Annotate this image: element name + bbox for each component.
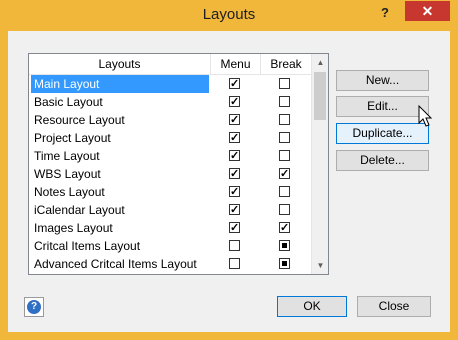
break-checkbox[interactable] bbox=[279, 258, 290, 269]
layout-name: Resource Layout bbox=[34, 113, 125, 127]
list-item[interactable]: Resource Layout ✓ bbox=[29, 111, 311, 129]
close-button[interactable]: Close bbox=[357, 296, 431, 317]
break-checkbox[interactable]: ✓ bbox=[279, 168, 290, 180]
list-item[interactable]: Notes Layout ✓ bbox=[29, 183, 311, 201]
column-header-layouts[interactable]: Layouts bbox=[29, 54, 211, 74]
scroll-up-icon[interactable]: ▲ bbox=[312, 54, 328, 71]
layouts-dialog: Layouts ? ✕ Layouts Menu Break Main Layo… bbox=[0, 0, 458, 340]
checkmark-icon: ✓ bbox=[230, 78, 240, 90]
help-button[interactable]: ? bbox=[24, 297, 44, 317]
list-item[interactable]: Time Layout ✓ bbox=[29, 147, 311, 165]
list-item[interactable]: Advanced Critcal Items Layout bbox=[29, 255, 311, 273]
title-bar[interactable]: Layouts ? ✕ bbox=[0, 0, 458, 31]
checkmark-icon: ✓ bbox=[230, 204, 240, 216]
checkmark-icon: ✓ bbox=[230, 96, 240, 108]
break-checkbox[interactable]: ✓ bbox=[279, 222, 290, 234]
menu-checkbox[interactable]: ✓ bbox=[229, 132, 240, 144]
layouts-list[interactable]: Layouts Menu Break Main Layout ✓ Basic Lay… bbox=[28, 53, 329, 275]
list-scrollbar[interactable]: ▲ ▼ bbox=[311, 54, 328, 274]
menu-checkbox[interactable]: ✓ bbox=[229, 186, 240, 198]
list-item[interactable]: WBS Layout ✓ ✓ bbox=[29, 165, 311, 183]
column-header-menu[interactable]: Menu bbox=[211, 54, 261, 74]
new-button[interactable]: New... bbox=[336, 70, 429, 91]
layout-name: Advanced Critcal Items Layout bbox=[34, 257, 197, 271]
column-header-break[interactable]: Break bbox=[261, 54, 311, 74]
list-item[interactable]: Basic Layout ✓ bbox=[29, 93, 311, 111]
break-checkbox[interactable] bbox=[279, 78, 290, 89]
menu-checkbox[interactable]: ✓ bbox=[229, 168, 240, 180]
menu-checkbox[interactable]: ✓ bbox=[229, 114, 240, 126]
dialog-body: Layouts Menu Break Main Layout ✓ Basic Lay… bbox=[8, 31, 450, 332]
checkmark-icon: ✓ bbox=[230, 168, 240, 180]
mouse-cursor-icon bbox=[418, 105, 433, 127]
layout-name: Project Layout bbox=[34, 131, 111, 145]
checkmark-icon: ✓ bbox=[230, 114, 240, 126]
checkmark-icon: ✓ bbox=[230, 132, 240, 144]
checkmark-icon: ✓ bbox=[230, 150, 240, 162]
checkmark-icon: ✓ bbox=[280, 222, 290, 234]
break-checkbox[interactable] bbox=[279, 96, 290, 107]
list-item[interactable]: iCalendar Layout ✓ bbox=[29, 201, 311, 219]
checkmark-icon: ✓ bbox=[230, 222, 240, 234]
menu-checkbox[interactable]: ✓ bbox=[229, 96, 240, 108]
list-item[interactable]: Images Layout ✓ ✓ bbox=[29, 219, 311, 237]
list-item[interactable]: Main Layout ✓ bbox=[29, 75, 311, 93]
indeterminate-icon bbox=[282, 261, 287, 266]
layout-name: WBS Layout bbox=[34, 167, 101, 181]
layout-name: Images Layout bbox=[34, 221, 113, 235]
menu-checkbox[interactable]: ✓ bbox=[229, 204, 240, 216]
layout-name: Main Layout bbox=[31, 75, 209, 93]
menu-checkbox[interactable] bbox=[229, 240, 240, 251]
menu-checkbox[interactable]: ✓ bbox=[229, 150, 240, 162]
layout-name: iCalendar Layout bbox=[34, 203, 125, 217]
checkmark-icon: ✓ bbox=[230, 186, 240, 198]
ok-button[interactable]: OK bbox=[277, 296, 347, 317]
checkmark-icon: ✓ bbox=[280, 168, 290, 180]
menu-checkbox[interactable]: ✓ bbox=[229, 78, 240, 90]
list-item[interactable]: Critcal Items Layout bbox=[29, 237, 311, 255]
break-checkbox[interactable] bbox=[279, 240, 290, 251]
layout-name: Basic Layout bbox=[34, 95, 103, 109]
delete-button[interactable]: Delete... bbox=[336, 150, 429, 171]
help-icon: ? bbox=[27, 300, 41, 314]
edit-button[interactable]: Edit... bbox=[336, 96, 429, 117]
scroll-thumb[interactable] bbox=[314, 72, 326, 120]
indeterminate-icon bbox=[282, 243, 287, 248]
menu-checkbox[interactable] bbox=[229, 258, 240, 269]
layout-name: Critcal Items Layout bbox=[34, 239, 141, 253]
duplicate-button[interactable]: Duplicate... bbox=[336, 123, 429, 144]
break-checkbox[interactable] bbox=[279, 150, 290, 161]
scroll-down-icon[interactable]: ▼ bbox=[312, 257, 328, 274]
titlebar-close-button[interactable]: ✕ bbox=[405, 1, 450, 21]
list-header: Layouts Menu Break bbox=[29, 54, 311, 75]
break-checkbox[interactable] bbox=[279, 186, 290, 197]
break-checkbox[interactable] bbox=[279, 204, 290, 215]
break-checkbox[interactable] bbox=[279, 114, 290, 125]
layout-name: Notes Layout bbox=[34, 185, 105, 199]
menu-checkbox[interactable]: ✓ bbox=[229, 222, 240, 234]
titlebar-help-button[interactable]: ? bbox=[374, 4, 396, 22]
list-item[interactable]: Project Layout ✓ bbox=[29, 129, 311, 147]
layout-name: Time Layout bbox=[34, 149, 100, 163]
break-checkbox[interactable] bbox=[279, 132, 290, 143]
